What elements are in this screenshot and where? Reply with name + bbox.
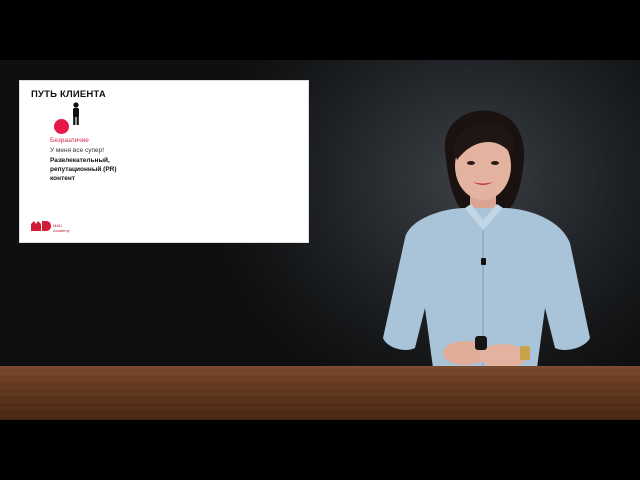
content-type: Развлекательный, репутационный (PR) конт… [50, 156, 170, 183]
person-icon [73, 102, 79, 125]
letterbox-bottom [0, 420, 640, 480]
stage-label: Безразличие [50, 137, 89, 144]
letterbox-top [0, 0, 640, 60]
content-line: контент [50, 175, 75, 182]
red-circle-icon [54, 119, 69, 134]
presenter-figure [383, 110, 590, 368]
content-line: репутационный (PR) [50, 166, 117, 173]
customer-quote: У меня все супер! [50, 147, 105, 154]
logo-text-line: Academy [53, 228, 70, 233]
content-line: Развлекательный, [50, 157, 110, 164]
video-frame: ПУТЬ КЛИЕНТА Безразличие У меня все супе… [0, 0, 640, 480]
logo-text: MAD Academy [53, 223, 70, 233]
mad-academy-logo [31, 221, 51, 231]
presentation-slide: ПУТЬ КЛИЕНТА Безразличие У меня все супе… [20, 81, 308, 242]
slide-title: ПУТЬ КЛИЕНТА [31, 89, 106, 100]
desk-grain [0, 366, 640, 420]
